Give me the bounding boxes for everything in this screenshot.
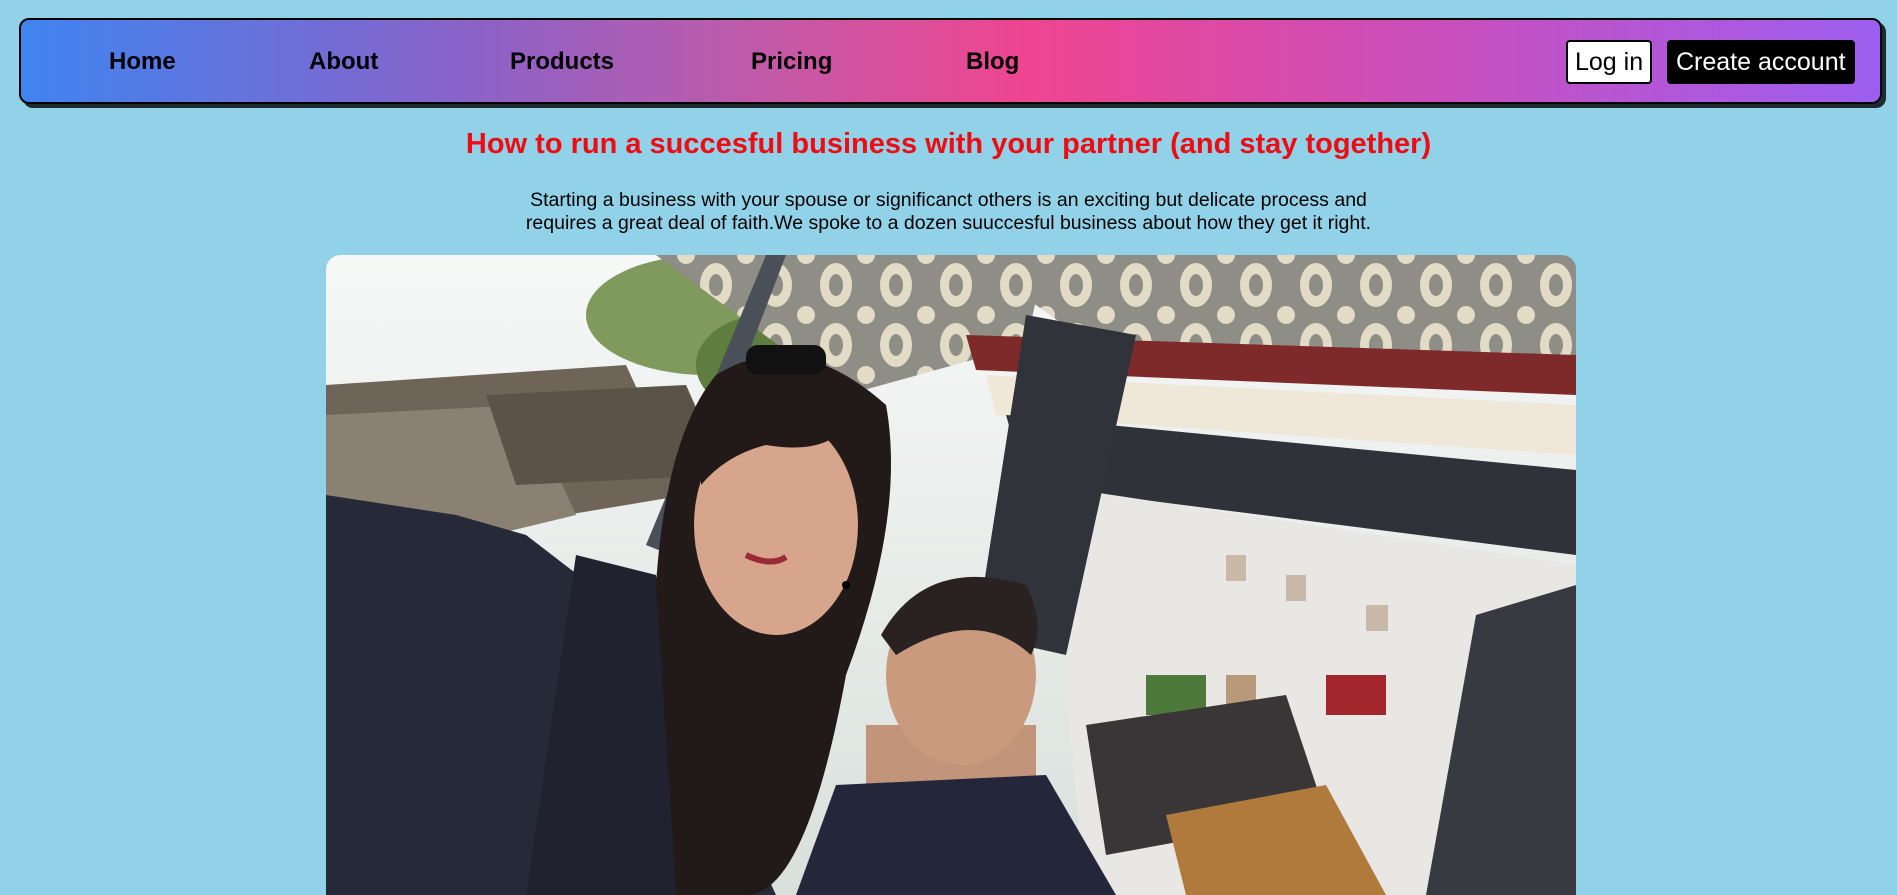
article-intro: Starting a business with your spouse or …: [500, 189, 1397, 235]
create-account-button[interactable]: Create account: [1667, 40, 1855, 84]
login-button[interactable]: Log in: [1566, 40, 1653, 84]
article-title: How to run a succesful business with you…: [465, 128, 1432, 160]
nav-link-about[interactable]: About: [309, 48, 378, 76]
article-intro-line-1: Starting a business with your spouse or …: [530, 189, 1367, 211]
hero-image: [326, 255, 1576, 895]
hero-photo-illustration: [326, 255, 1576, 895]
nav-link-home[interactable]: Home: [109, 48, 176, 76]
nav-link-pricing[interactable]: Pricing: [751, 48, 832, 76]
article-intro-line-2: requires a great deal of faith.We spoke …: [525, 212, 1372, 234]
nav-link-blog[interactable]: Blog: [966, 48, 1019, 76]
navbar: Home About Products Pricing Blog Log in …: [19, 18, 1882, 104]
nav-link-products[interactable]: Products: [510, 48, 614, 76]
